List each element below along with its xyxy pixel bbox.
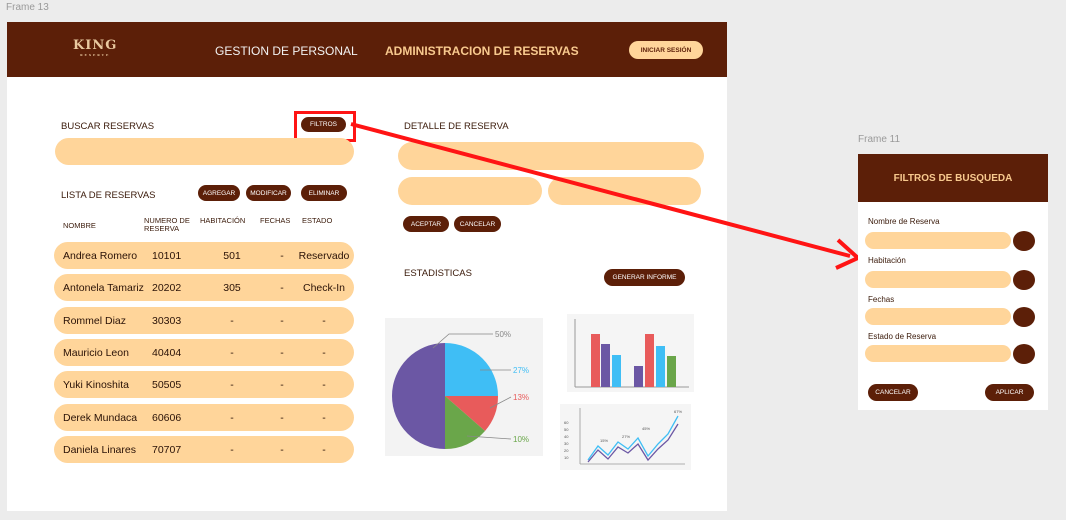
filter-toggle-nombre[interactable]: [1013, 231, 1035, 251]
filter-input-fechas[interactable]: [865, 308, 1011, 325]
filter-input-nombre[interactable]: [865, 232, 1011, 249]
filters-cancel-button[interactable]: CANCELAR: [868, 384, 918, 401]
arrow-line: [350, 122, 851, 258]
filter-label-habitacion: Habitación: [868, 256, 906, 265]
filter-label-estado: Estado de Reserva: [868, 332, 937, 341]
filter-toggle-estado[interactable]: [1013, 344, 1035, 364]
filter-input-habitacion[interactable]: [865, 271, 1011, 288]
filters-apply-button[interactable]: APLICAR: [985, 384, 1034, 401]
filter-toggle-habitacion[interactable]: [1013, 270, 1035, 290]
filter-toggle-fechas[interactable]: [1013, 307, 1035, 327]
filters-panel: FILTROS DE BUSQUEDA Nombre de Reserva Ha…: [858, 154, 1048, 410]
filter-label-fechas: Fechas: [868, 295, 895, 304]
filter-label-nombre: Nombre de Reserva: [868, 217, 940, 226]
filters-title: FILTROS DE BUSQUEDA: [893, 173, 1013, 184]
filters-header: FILTROS DE BUSQUEDA: [858, 154, 1048, 202]
filter-input-estado[interactable]: [865, 345, 1011, 362]
